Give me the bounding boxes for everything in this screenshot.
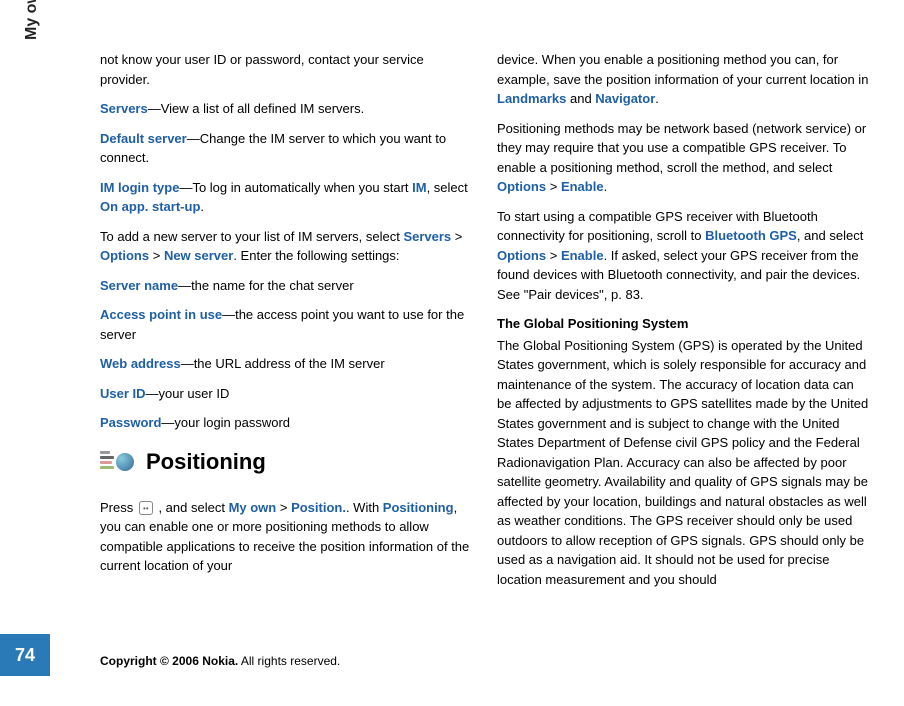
sub-heading: The Global Positioning System (497, 314, 869, 334)
ui-term: Password (100, 415, 161, 430)
body-text: . (200, 199, 204, 214)
ui-term: Bluetooth GPS (705, 228, 797, 243)
positioning-icon (100, 447, 134, 475)
body-text: IM login type—To log in automatically wh… (100, 178, 472, 217)
globe-icon (116, 453, 134, 471)
body-text: To add a new server to your list of IM s… (100, 229, 403, 244)
ui-term: Servers (100, 101, 148, 116)
left-column: not know your user ID or password, conta… (100, 50, 472, 706)
page: My own 74 not know your user ID or passw… (0, 0, 904, 706)
page-number: 74 (15, 642, 35, 669)
content-area: not know your user ID or password, conta… (65, 20, 904, 706)
ui-term: Options (100, 248, 149, 263)
ui-term: Web address (100, 356, 181, 371)
body-text: . Enter the following settings: (233, 248, 399, 263)
copyright-rest: All rights reserved. (238, 654, 340, 668)
body-text: Positioning methods may be network based… (497, 119, 869, 197)
body-text: Positioning methods may be network based… (497, 121, 866, 175)
right-column: device. When you enable a positioning me… (497, 50, 869, 706)
body-text: User ID—your user ID (100, 384, 472, 404)
body-text: . With (346, 500, 383, 515)
body-text: —View a list of all defined IM servers. (148, 101, 365, 116)
ui-term: My own (229, 500, 277, 515)
body-text: device. When you enable a positioning me… (497, 52, 868, 87)
section-title: Positioning (146, 445, 266, 478)
body-text: > (546, 179, 561, 194)
ui-term: On app. start-up (100, 199, 200, 214)
ui-term: Options (497, 248, 546, 263)
section-heading: Positioning (100, 445, 472, 478)
body-text: To start using a compatible GPS receiver… (497, 207, 869, 305)
ui-term: Navigator (595, 91, 655, 106)
ui-term: Options (497, 179, 546, 194)
body-text: > (276, 500, 291, 515)
ui-term: Enable (561, 179, 604, 194)
body-text: > (546, 248, 561, 263)
body-text: —your login password (161, 415, 290, 430)
ui-term: Default server (100, 131, 187, 146)
body-text: Default server—Change the IM server to w… (100, 129, 472, 168)
ui-term: Enable (561, 248, 604, 263)
page-number-box: 74 (0, 634, 50, 676)
body-text: —To log in automatically when you start (179, 180, 412, 195)
copyright-bold: Copyright © 2006 Nokia. (100, 654, 238, 668)
ui-term: IM login type (100, 180, 179, 195)
ui-term: User ID (100, 386, 146, 401)
body-text: —the URL address of the IM server (181, 356, 385, 371)
sidebar: My own 74 (0, 20, 65, 706)
body-text: , and select (155, 500, 229, 515)
body-text: To add a new server to your list of IM s… (100, 227, 472, 266)
body-text: Access point in use—the access point you… (100, 305, 472, 344)
body-text: Press •• , and select My own > Position.… (100, 498, 472, 576)
body-text: Servers—View a list of all defined IM se… (100, 99, 472, 119)
body-text: Password—your login password (100, 413, 472, 433)
ui-term: Servers (403, 229, 451, 244)
ui-term: Position. (291, 500, 346, 515)
body-text: device. When you enable a positioning me… (497, 50, 869, 109)
body-text: —the name for the chat server (178, 278, 354, 293)
body-text: > (149, 248, 164, 263)
body-text: , select (427, 180, 468, 195)
body-text: > (451, 229, 462, 244)
copyright-text: Copyright © 2006 Nokia. All rights reser… (100, 652, 340, 670)
body-text: . (604, 179, 608, 194)
body-text: Server name—the name for the chat server (100, 276, 472, 296)
body-text: not know your user ID or password, conta… (100, 50, 472, 89)
body-text: The Global Positioning System (GPS) is o… (497, 336, 869, 590)
body-text: —your user ID (146, 386, 230, 401)
ui-term: Landmarks (497, 91, 566, 106)
body-text: Web address—the URL address of the IM se… (100, 354, 472, 374)
ui-term: Positioning (383, 500, 454, 515)
body-text: , and select (797, 228, 864, 243)
ui-term: Server name (100, 278, 178, 293)
body-text: . (655, 91, 659, 106)
ui-term: New server (164, 248, 233, 263)
sidebar-section-label: My own (20, 0, 44, 40)
body-text: and (566, 91, 595, 106)
ui-term: Access point in use (100, 307, 222, 322)
ui-term: IM (412, 180, 426, 195)
menu-key-icon: •• (139, 501, 153, 515)
body-text: Press (100, 500, 137, 515)
signal-bars-icon (100, 451, 114, 469)
